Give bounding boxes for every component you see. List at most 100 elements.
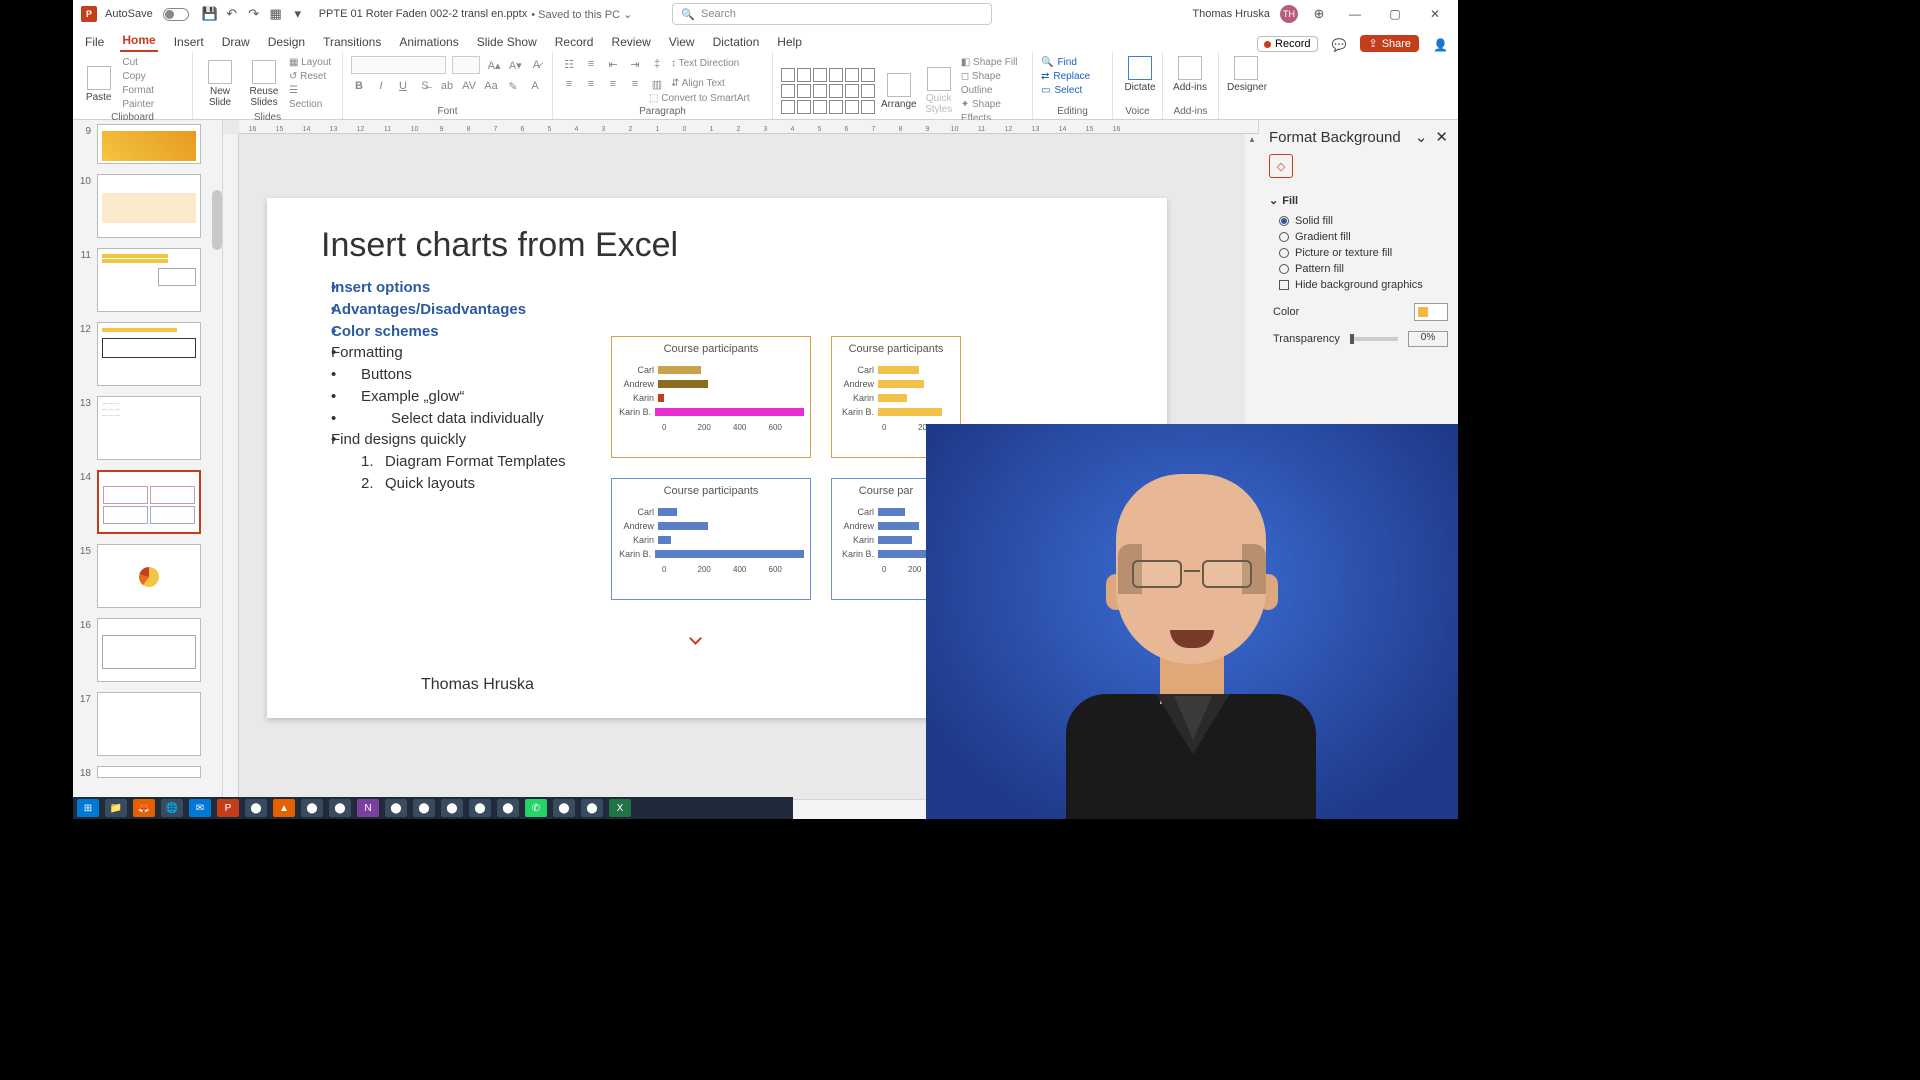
taskbar-app7-icon[interactable]: ⬤ — [469, 799, 491, 817]
shadow-button[interactable]: ab — [439, 78, 455, 94]
grow-font-icon[interactable]: A▴ — [486, 57, 501, 73]
taskbar-chrome-icon[interactable]: 🌐 — [161, 799, 183, 817]
comments-icon[interactable]: 💬 — [1332, 38, 1347, 52]
copy-button[interactable]: Copy — [122, 70, 184, 84]
qa-more-icon[interactable]: ▾ — [289, 5, 307, 23]
taskbar-app3-icon[interactable]: ⬤ — [329, 799, 351, 817]
shrink-font-icon[interactable]: A▾ — [508, 57, 523, 73]
save-status[interactable]: • Saved to this PC ⌄ — [531, 8, 632, 21]
select-button[interactable]: ▭ Select — [1041, 84, 1104, 98]
search-input[interactable]: 🔍 Search — [672, 3, 992, 25]
font-color-button[interactable]: A — [527, 78, 543, 94]
save-icon[interactable]: 💾 — [201, 5, 219, 23]
tab-view[interactable]: View — [667, 32, 697, 52]
tab-design[interactable]: Design — [266, 32, 307, 52]
taskbar-powerpoint-icon[interactable]: P — [217, 799, 239, 817]
bullets-button[interactable]: ☷ — [561, 56, 577, 72]
taskbar-whatsapp-icon[interactable]: ✆ — [525, 799, 547, 817]
mode-icon[interactable]: 👤 — [1433, 38, 1448, 52]
autosave-toggle[interactable] — [163, 8, 189, 21]
underline-button[interactable]: U — [395, 78, 411, 94]
replace-button[interactable]: ⇄ Replace — [1041, 70, 1104, 84]
cut-button[interactable]: Cut — [122, 56, 184, 70]
thumb-14[interactable]: 14 — [75, 470, 216, 534]
tab-review[interactable]: Review — [609, 32, 652, 52]
taskbar-app-icon[interactable]: ⬤ — [245, 799, 267, 817]
spacing-button[interactable]: AV — [461, 78, 477, 94]
taskbar-app5-icon[interactable]: ⬤ — [413, 799, 435, 817]
numbering-button[interactable]: ≡ — [583, 56, 599, 72]
shapes-gallery[interactable] — [781, 68, 875, 114]
taskbar-explorer-icon[interactable]: 📁 — [105, 799, 127, 817]
indent-inc-button[interactable]: ⇥ — [627, 56, 643, 72]
layout-button[interactable]: ▦ Layout — [289, 56, 334, 70]
taskbar-app4-icon[interactable]: ⬤ — [385, 799, 407, 817]
taskbar-outlook-icon[interactable]: ✉ — [189, 799, 211, 817]
designer-button[interactable]: Designer — [1227, 56, 1265, 93]
pattern-fill-radio[interactable]: Pattern fill — [1269, 261, 1448, 277]
taskbar-excel-icon[interactable]: X — [609, 799, 631, 817]
fill-section[interactable]: ⌄ Fill — [1269, 194, 1448, 207]
align-right-button[interactable]: ≡ — [605, 76, 621, 92]
highlight-button[interactable]: ✎ — [505, 78, 521, 94]
close-button[interactable]: ✕ — [1420, 7, 1450, 21]
tab-draw[interactable]: Draw — [220, 32, 252, 52]
new-slide-button[interactable]: New Slide — [201, 60, 239, 108]
thumb-scrollbar[interactable] — [212, 190, 222, 250]
bold-button[interactable]: B — [351, 78, 367, 94]
share-button[interactable]: ⇪ Share — [1360, 35, 1419, 52]
start-button[interactable]: ⊞ — [77, 799, 99, 817]
color-picker[interactable] — [1414, 303, 1448, 321]
format-painter-button[interactable]: Format Painter — [122, 84, 184, 112]
taskbar-onenote-icon[interactable]: N — [357, 799, 379, 817]
picture-fill-radio[interactable]: Picture or texture fill — [1269, 245, 1448, 261]
redo-icon[interactable]: ↷ — [245, 5, 263, 23]
clear-format-icon[interactable]: A̷ — [529, 57, 544, 73]
thumb-13[interactable]: 13— — —— — —— — — — [75, 396, 216, 460]
tab-animations[interactable]: Animations — [397, 32, 460, 52]
tab-slideshow[interactable]: Slide Show — [475, 32, 539, 52]
undo-icon[interactable]: ↶ — [223, 5, 241, 23]
gradient-fill-radio[interactable]: Gradient fill — [1269, 229, 1448, 245]
thumb-17[interactable]: 17 — [75, 692, 216, 756]
tab-record[interactable]: Record — [553, 32, 596, 52]
transparency-slider[interactable] — [1350, 337, 1398, 341]
justify-button[interactable]: ≡ — [627, 76, 643, 92]
align-left-button[interactable]: ≡ — [561, 76, 577, 92]
taskbar-app2-icon[interactable]: ⬤ — [301, 799, 323, 817]
thumb-18[interactable]: 18 — [75, 766, 216, 779]
text-direction-button[interactable]: ↕ Text Direction — [671, 57, 739, 71]
taskbar-app6-icon[interactable]: ⬤ — [441, 799, 463, 817]
section-button[interactable]: ☰ Section — [289, 84, 334, 112]
panel-options-icon[interactable]: ⌄ — [1415, 128, 1428, 146]
hide-bg-checkbox[interactable]: Hide background graphics — [1269, 277, 1448, 293]
align-center-button[interactable]: ≡ — [583, 76, 599, 92]
tab-home[interactable]: Home — [120, 30, 157, 52]
font-family-input[interactable] — [351, 56, 446, 74]
quick-styles-button[interactable]: Quick Styles — [923, 67, 955, 115]
thumb-12[interactable]: 12 — [75, 322, 216, 386]
thumb-9[interactable]: 9 — [75, 124, 216, 164]
line-spacing-button[interactable]: ‡ — [649, 56, 665, 72]
thumb-10[interactable]: 10 — [75, 174, 216, 238]
tab-transitions[interactable]: Transitions — [321, 32, 383, 52]
taskbar-app9-icon[interactable]: ⬤ — [553, 799, 575, 817]
scroll-up-icon[interactable]: ▴ — [1245, 134, 1259, 148]
case-button[interactable]: Aa — [483, 78, 499, 94]
align-text-button[interactable]: ⇵ Align Text — [671, 77, 725, 91]
paste-button[interactable]: Paste — [81, 66, 116, 103]
thumb-15[interactable]: 15 — [75, 544, 216, 608]
tab-help[interactable]: Help — [775, 32, 804, 52]
coming-soon-icon[interactable]: ⊕ — [1310, 5, 1328, 23]
shape-fill-button[interactable]: ◧ Shape Fill — [961, 56, 1024, 70]
taskbar-firefox-icon[interactable]: 🦊 — [133, 799, 155, 817]
italic-button[interactable]: I — [373, 78, 389, 94]
shape-outline-button[interactable]: ◻ Shape Outline — [961, 70, 1024, 98]
tab-file[interactable]: File — [83, 32, 106, 52]
fill-tab-icon[interactable]: ◇ — [1269, 154, 1293, 178]
solid-fill-radio[interactable]: Solid fill — [1269, 213, 1448, 229]
thumb-16[interactable]: 16 — [75, 618, 216, 682]
panel-close-icon[interactable]: ✕ — [1435, 128, 1448, 146]
arrange-button[interactable]: Arrange — [881, 73, 917, 110]
tab-dictation[interactable]: Dictation — [711, 32, 762, 52]
